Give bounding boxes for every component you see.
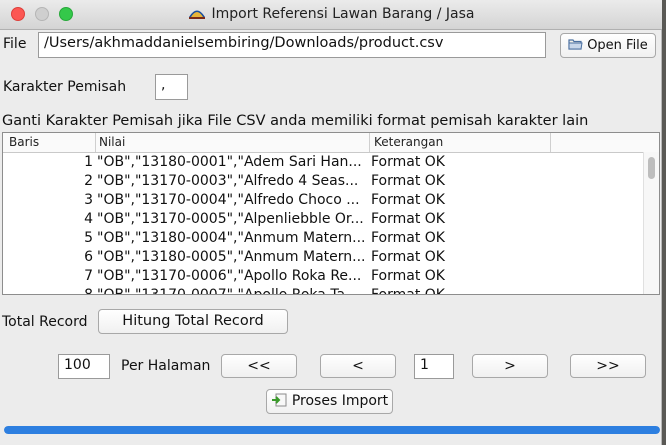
process-import-button[interactable]: Proses Import [266,389,393,414]
title-bar[interactable]: Import Referensi Lawan Barang / Jasa [0,0,662,30]
table-row[interactable]: 6 "OB","13180-0005","Anmum Matern... For… [3,248,643,267]
desktop-background [662,0,666,445]
table-row[interactable]: 8 "OB","13170-0007","Apollo Roka Ta... F… [3,286,643,295]
window-title: Import Referensi Lawan Barang / Jasa [211,6,475,22]
file-label: File [3,36,27,52]
row-value: "OB","13170-0004","Alfredo Choco ... [97,192,360,208]
table-row[interactable]: 3 "OB","13170-0004","Alfredo Choco ... F… [3,191,643,210]
scrollbar-thumb[interactable] [648,157,655,179]
previous-page-button[interactable]: < [320,354,396,378]
window-title-group: Import Referensi Lawan Barang / Jasa [0,6,662,22]
table-row[interactable]: 7 "OB","13170-0006","Apollo Roka Re... F… [3,267,643,286]
row-number: 2 [84,173,93,189]
row-number: 8 [84,287,93,295]
per-page-label: Per Halaman [121,358,211,374]
import-icon [271,393,287,407]
total-record-label: Total Record [2,314,88,330]
column-header-baris[interactable]: Baris [9,135,39,149]
row-number: 4 [84,211,93,227]
preview-table[interactable]: Baris Nilai Keterangan 1 "OB","13180-000… [2,132,660,295]
process-import-label: Proses Import [291,393,389,409]
separator-input[interactable]: , [155,74,188,100]
row-value: "OB","13170-0007","Apollo Roka Ta... [97,287,359,295]
table-row[interactable]: 1 "OB","13180-0001","Adem Sari Han... Fo… [3,153,643,172]
row-status: Format OK [371,249,445,265]
page-number-input[interactable]: 1 [414,354,454,379]
row-status: Format OK [371,173,445,189]
file-path-field[interactable]: /Users/akhmaddanielsembiring/Downloads/p… [38,32,546,58]
column-header-keterangan[interactable]: Keterangan [374,135,443,149]
column-header-nilai[interactable]: Nilai [99,135,125,149]
row-status: Format OK [371,268,445,284]
row-status: Format OK [371,154,445,170]
row-status: Format OK [371,230,445,246]
table-row[interactable]: 5 "OB","13180-0004","Anmum Matern... For… [3,229,643,248]
table-header: Baris Nilai Keterangan [3,133,659,153]
separator-hint: Ganti Karakter Pemisah jika File CSV and… [2,113,589,129]
import-dialog: Import Referensi Lawan Barang / Jasa Fil… [0,0,662,445]
open-file-button[interactable]: Open File [560,33,656,58]
row-value: "OB","13180-0004","Anmum Matern... [97,230,366,246]
row-status: Format OK [371,192,445,208]
row-value: "OB","13180-0005","Anmum Matern... [97,249,366,265]
row-status: Format OK [371,287,445,295]
per-page-input[interactable]: 100 [58,354,110,379]
row-number: 3 [84,192,93,208]
table-row[interactable]: 4 "OB","13170-0005","Alpenliebble Or... … [3,210,643,229]
row-value: "OB","13170-0005","Alpenliebble Or... [97,211,364,227]
import-progress-bar [4,426,660,434]
table-row[interactable]: 2 "OB","13170-0003","Alfredo 4 Seas... F… [3,172,643,191]
row-value: "OB","13170-0003","Alfredo 4 Seas... [97,173,359,189]
count-total-button[interactable]: Hitung Total Record [98,309,288,334]
row-number: 5 [84,230,93,246]
column-divider[interactable] [95,133,96,152]
last-page-button[interactable]: >> [570,354,646,378]
table-scrollbar[interactable] [643,152,659,294]
row-value: "OB","13180-0001","Adem Sari Han... [97,154,362,170]
column-divider[interactable] [550,133,551,152]
row-number: 1 [84,154,93,170]
folder-icon [568,39,583,50]
row-number: 7 [84,268,93,284]
row-value: "OB","13170-0006","Apollo Roka Re... [97,268,362,284]
column-divider[interactable] [369,133,370,152]
open-file-label: Open File [587,38,648,53]
row-number: 6 [84,249,93,265]
progress-fill [4,426,660,434]
app-logo-icon [188,10,205,19]
first-page-button[interactable]: << [221,354,297,378]
next-page-button[interactable]: > [472,354,548,378]
separator-label: Karakter Pemisah [3,79,127,95]
row-status: Format OK [371,211,445,227]
